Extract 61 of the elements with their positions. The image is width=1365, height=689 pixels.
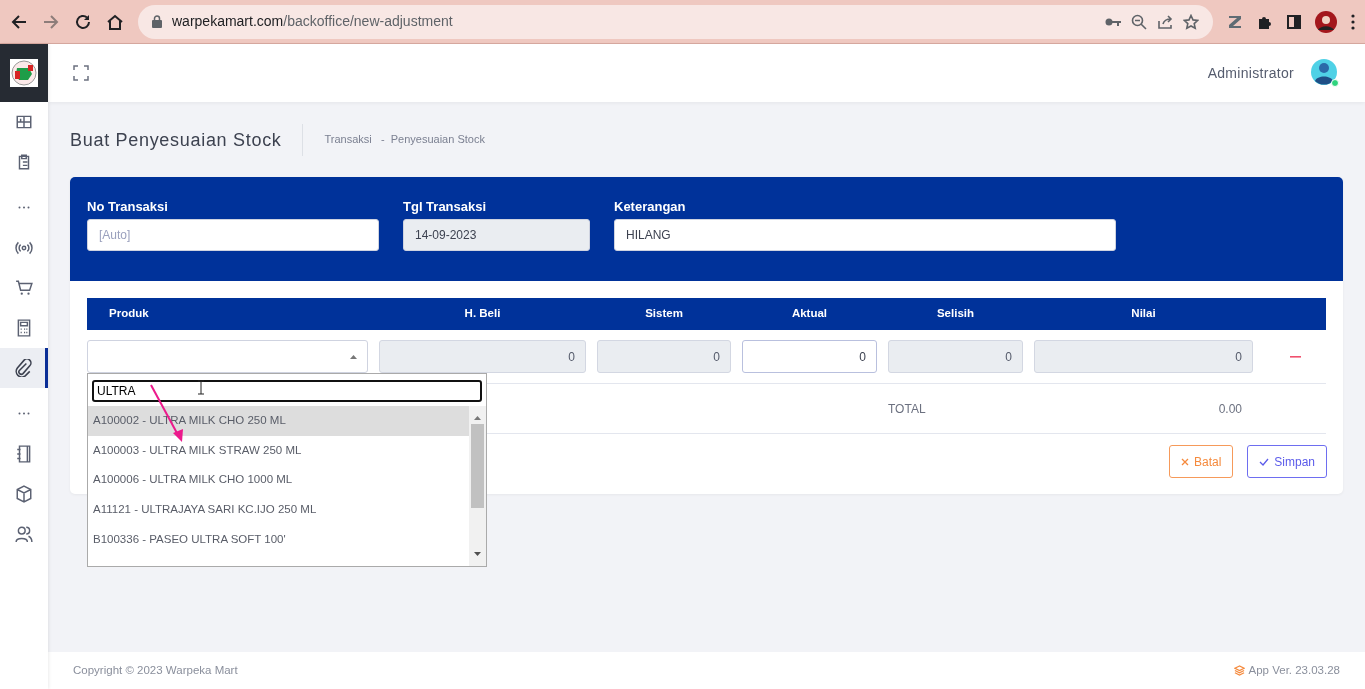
broadcast-icon [15,239,33,257]
scrollbar[interactable] [469,406,486,566]
back-arrow-icon[interactable] [10,12,28,31]
field-label: Keterangan [614,198,687,216]
side-panel-icon[interactable] [1287,14,1301,29]
grid-icon [15,113,33,131]
field-label: No Transaksi [87,198,169,216]
user-name[interactable]: Administrator [1207,62,1294,84]
save-button[interactable]: Simpan [1247,445,1327,478]
layers-icon [1233,665,1245,676]
lock-icon [152,15,162,28]
app-version: App Ver. 23.03.28 [1248,662,1340,678]
column-header: Selisih [936,307,975,320]
star-icon[interactable] [1183,13,1199,30]
column-header: Aktual [791,307,828,320]
column-header: Produk [109,307,149,320]
column-header: Sistem [645,307,683,320]
dropdown-option[interactable]: A100006 - ULTRA MILK CHO 1000 ML [88,465,469,495]
more-dots-icon [18,411,30,415]
dropdown-option[interactable]: A100003 - ULTRA MILK STRAW 250 ML [88,435,469,466]
forward-arrow-icon[interactable] [42,12,60,31]
store-logo-icon[interactable] [10,59,38,87]
url-text: warpekamart.com/backoffice/new-adjustment [172,12,453,31]
user-avatar-icon[interactable] [1310,58,1340,88]
calculator-icon [15,319,33,337]
box-icon [15,485,33,503]
profile-avatar-icon[interactable] [1315,10,1337,33]
fullscreen-icon[interactable] [73,65,89,81]
breadcrumb: Transaksi - Penyesuaian Stock [324,132,485,148]
text-cursor-icon [197,380,205,395]
zoom-out-icon[interactable] [1131,13,1147,30]
home-icon[interactable] [106,12,124,31]
sidebar-item[interactable] [0,348,48,388]
notebook-icon [15,445,33,463]
column-header: H. Beli [464,307,501,320]
copyright-text: Copyright © 2023 Warpeka Mart [73,662,238,678]
paperclip-icon [13,359,32,377]
cart-icon [15,279,33,297]
address-bar[interactable]: warpekamart.com/backoffice/new-adjustment [138,4,1213,39]
key-icon[interactable] [1105,16,1121,27]
reload-icon[interactable] [74,12,92,31]
users-icon [15,525,33,543]
menu-dots-icon[interactable] [1351,13,1355,30]
number-field[interactable]: 0 [742,340,877,373]
column-header: Nilai [1131,307,1156,320]
total-value: 0.00 [1218,401,1242,416]
check-icon [1259,457,1270,466]
input-field[interactable]: [Auto] [87,218,379,251]
dropdown-option[interactable]: A11121 - ULTRAJAYA SARI KC.IJO 250 ML [88,494,469,525]
caret-up-icon [350,354,357,359]
close-icon [1180,457,1189,466]
page-title: Buat Penyesuaian Stock [70,123,303,156]
minus-icon[interactable] [1289,355,1301,358]
dropdown-option[interactable]: B100336 - PASEO ULTRA SOFT 100' [88,524,469,554]
z-extension-icon[interactable] [1227,13,1243,30]
total-label: TOTAL [888,401,926,416]
search-field[interactable]: ULTRA [92,380,482,402]
share-icon[interactable] [1157,13,1173,30]
field-label: Tgl Transaksi [403,198,488,216]
more-dots-icon [18,205,30,209]
input-field[interactable]: HILANG [614,218,1116,251]
